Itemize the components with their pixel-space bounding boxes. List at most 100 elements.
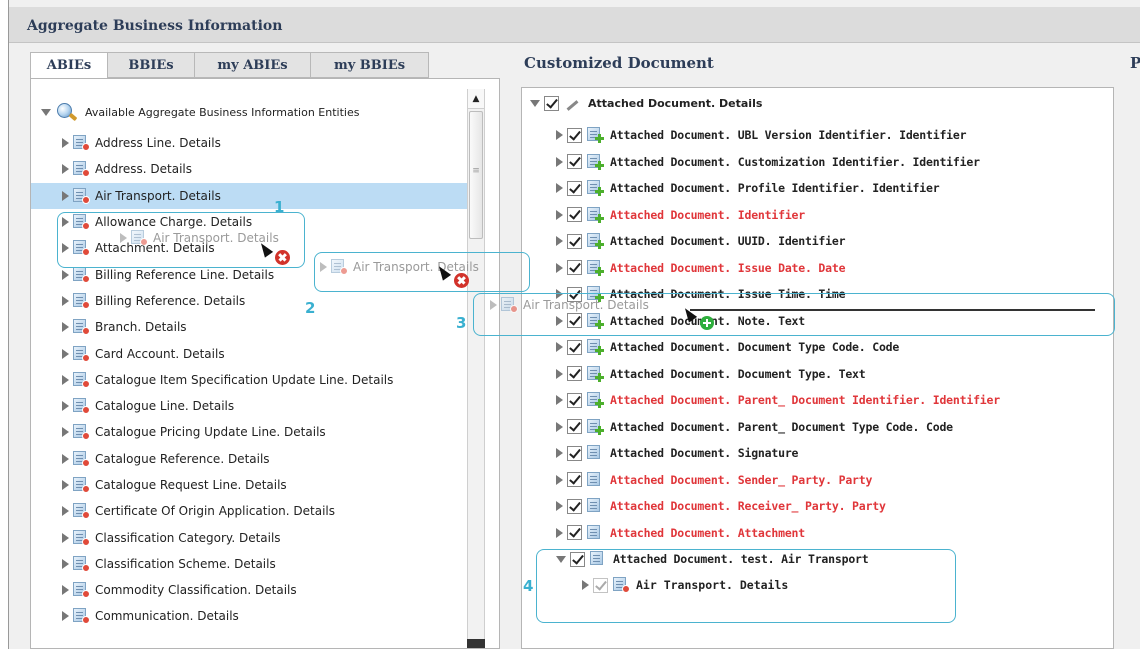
annotation-number-1: 1 bbox=[274, 198, 285, 216]
expand-toggle-icon[interactable] bbox=[62, 453, 69, 464]
expand-toggle-icon[interactable] bbox=[62, 480, 69, 490]
aggregate-entity-icon bbox=[73, 266, 90, 283]
tab-abies[interactable]: ABIEs bbox=[30, 52, 108, 79]
expand-toggle-icon[interactable] bbox=[556, 183, 563, 194]
abie-tree-item[interactable]: Classification Category. Details bbox=[31, 524, 485, 550]
abie-tree-item[interactable]: Catalogue Pricing Update Line. Details bbox=[31, 419, 485, 445]
aggregate-entity-icon bbox=[73, 503, 90, 520]
expand-toggle-icon[interactable] bbox=[41, 108, 51, 116]
document-element-label: Attached Document. Sender_ Party. Party bbox=[610, 472, 873, 487]
expand-toggle-icon[interactable] bbox=[556, 395, 563, 406]
include-checkbox[interactable] bbox=[567, 366, 582, 382]
expand-toggle-icon[interactable] bbox=[556, 209, 563, 220]
expand-toggle-icon[interactable] bbox=[556, 236, 563, 247]
document-element-row[interactable]: Attached Document. Identifier bbox=[522, 202, 1112, 229]
abie-tree-item[interactable]: Catalogue Request Line. Details bbox=[31, 472, 485, 498]
include-checkbox[interactable] bbox=[567, 419, 582, 435]
include-checkbox[interactable] bbox=[567, 233, 582, 249]
document-element-row[interactable]: Attached Document. Document Type. Text bbox=[522, 361, 1112, 388]
expand-toggle-icon[interactable] bbox=[556, 130, 563, 141]
expand-toggle-icon[interactable] bbox=[556, 368, 563, 379]
include-checkbox[interactable] bbox=[567, 525, 582, 541]
document-element-row[interactable]: Attached Document. UBL Version Identifie… bbox=[522, 122, 1112, 149]
include-checkbox[interactable] bbox=[567, 207, 582, 223]
tab-bbies[interactable]: BBIEs bbox=[107, 52, 195, 78]
abie-tree-item[interactable]: Certificate Of Origin Application. Detai… bbox=[31, 498, 485, 524]
include-checkbox[interactable] bbox=[567, 339, 582, 355]
annotation-box-4 bbox=[536, 549, 956, 623]
annotation-number-3: 3 bbox=[456, 314, 467, 332]
abie-tree-item[interactable]: Catalogue Item Specification Update Line… bbox=[31, 367, 485, 393]
expand-toggle-icon[interactable] bbox=[62, 558, 69, 569]
include-checkbox[interactable] bbox=[567, 445, 582, 461]
tab-my-bbies[interactable]: my BBIEs bbox=[310, 52, 429, 78]
expand-toggle-icon[interactable] bbox=[62, 164, 69, 175]
expand-toggle-icon[interactable] bbox=[62, 269, 69, 280]
expand-toggle-icon[interactable] bbox=[530, 99, 540, 107]
basic-entity-icon bbox=[587, 180, 604, 197]
document-element-row[interactable]: Attached Document. Sender_ Party. Party bbox=[522, 467, 1112, 494]
document-element-label: Attached Document. Signature bbox=[610, 446, 799, 461]
document-root-row[interactable]: Attached Document. Details bbox=[530, 92, 762, 114]
expand-toggle-icon[interactable] bbox=[62, 374, 69, 385]
include-checkbox[interactable] bbox=[567, 472, 582, 488]
include-checkbox[interactable] bbox=[567, 392, 582, 408]
scroll-up-arrow-icon[interactable]: ▲ bbox=[468, 89, 484, 109]
include-checkbox[interactable] bbox=[567, 498, 582, 514]
document-element-row[interactable]: Attached Document. Document Type Code. C… bbox=[522, 334, 1112, 361]
abie-tree-item[interactable]: Address. Details bbox=[31, 156, 485, 182]
abie-tree-item[interactable]: Commodity Classification. Details bbox=[31, 577, 485, 603]
abie-tree-item[interactable]: Branch. Details bbox=[31, 314, 485, 340]
expand-toggle-icon[interactable] bbox=[556, 262, 563, 273]
abie-tree-item[interactable]: Air Transport. Details bbox=[31, 182, 485, 209]
expand-toggle-icon[interactable] bbox=[62, 532, 69, 543]
tree-root-label: Available Aggregate Business Information… bbox=[85, 105, 360, 119]
abie-tree-item[interactable]: Classification Scheme. Details bbox=[31, 551, 485, 577]
expand-toggle-icon[interactable] bbox=[62, 322, 69, 333]
expand-toggle-icon[interactable] bbox=[62, 585, 69, 596]
tree-root-row[interactable]: Available Aggregate Business Information… bbox=[41, 101, 359, 123]
expand-toggle-icon[interactable] bbox=[556, 501, 563, 512]
include-checkbox[interactable] bbox=[567, 127, 582, 143]
document-element-label: Attached Document. Document Type Code. C… bbox=[610, 340, 900, 355]
scroll-thumb[interactable]: ≡ bbox=[469, 111, 483, 239]
expand-toggle-icon[interactable] bbox=[62, 611, 69, 622]
abie-tree-item[interactable]: Card Account. Details bbox=[31, 340, 485, 366]
expand-toggle-icon[interactable] bbox=[62, 138, 69, 149]
expand-toggle-icon[interactable] bbox=[556, 156, 563, 167]
document-element-row[interactable]: Attached Document. Signature bbox=[522, 440, 1112, 467]
aggregate-entity-icon bbox=[73, 187, 90, 204]
abie-tree-item[interactable]: Address Line. Details bbox=[31, 130, 485, 156]
basic-entity-icon bbox=[587, 339, 604, 356]
document-element-row[interactable]: Attached Document. Profile Identifier. I… bbox=[522, 175, 1112, 202]
include-checkbox[interactable] bbox=[567, 154, 582, 170]
document-element-row[interactable]: Attached Document. Attachment bbox=[522, 520, 1112, 547]
expand-toggle-icon[interactable] bbox=[62, 295, 69, 306]
expand-toggle-icon[interactable] bbox=[62, 401, 69, 412]
include-checkbox[interactable] bbox=[544, 95, 559, 111]
abie-tree-item[interactable]: Catalogue Reference. Details bbox=[31, 446, 485, 472]
expand-toggle-icon[interactable] bbox=[556, 474, 563, 485]
drag-ghost-3: Air Transport. Details bbox=[490, 297, 649, 313]
abie-tree-item[interactable]: Catalogue Line. Details bbox=[31, 393, 485, 419]
expand-toggle-icon[interactable] bbox=[62, 190, 69, 201]
include-checkbox[interactable] bbox=[567, 180, 582, 196]
expand-toggle-icon[interactable] bbox=[62, 506, 69, 517]
basic-entity-icon bbox=[587, 392, 604, 409]
expand-toggle-icon[interactable] bbox=[556, 421, 563, 432]
document-element-row[interactable]: Attached Document. Parent_ Document Iden… bbox=[522, 387, 1112, 414]
include-checkbox[interactable] bbox=[567, 260, 582, 276]
expand-toggle-icon[interactable] bbox=[556, 527, 563, 538]
document-element-row[interactable]: Attached Document. UUID. Identifier bbox=[522, 228, 1112, 255]
abie-tree-item[interactable]: Communication. Details bbox=[31, 603, 485, 629]
document-element-row[interactable]: Attached Document. Issue Date. Date bbox=[522, 255, 1112, 282]
expand-toggle-icon[interactable] bbox=[62, 427, 69, 438]
expand-toggle-icon[interactable] bbox=[556, 448, 563, 459]
vertical-scrollbar[interactable]: ▲ ≡ bbox=[467, 89, 485, 648]
document-element-row[interactable]: Attached Document. Receiver_ Party. Part… bbox=[522, 493, 1112, 520]
document-element-row[interactable]: Attached Document. Parent_ Document Type… bbox=[522, 414, 1112, 441]
expand-toggle-icon[interactable] bbox=[62, 348, 69, 359]
expand-toggle-icon[interactable] bbox=[556, 342, 563, 353]
tab-my-abies[interactable]: my ABIEs bbox=[194, 52, 311, 78]
document-element-row[interactable]: Attached Document. Customization Identif… bbox=[522, 149, 1112, 176]
